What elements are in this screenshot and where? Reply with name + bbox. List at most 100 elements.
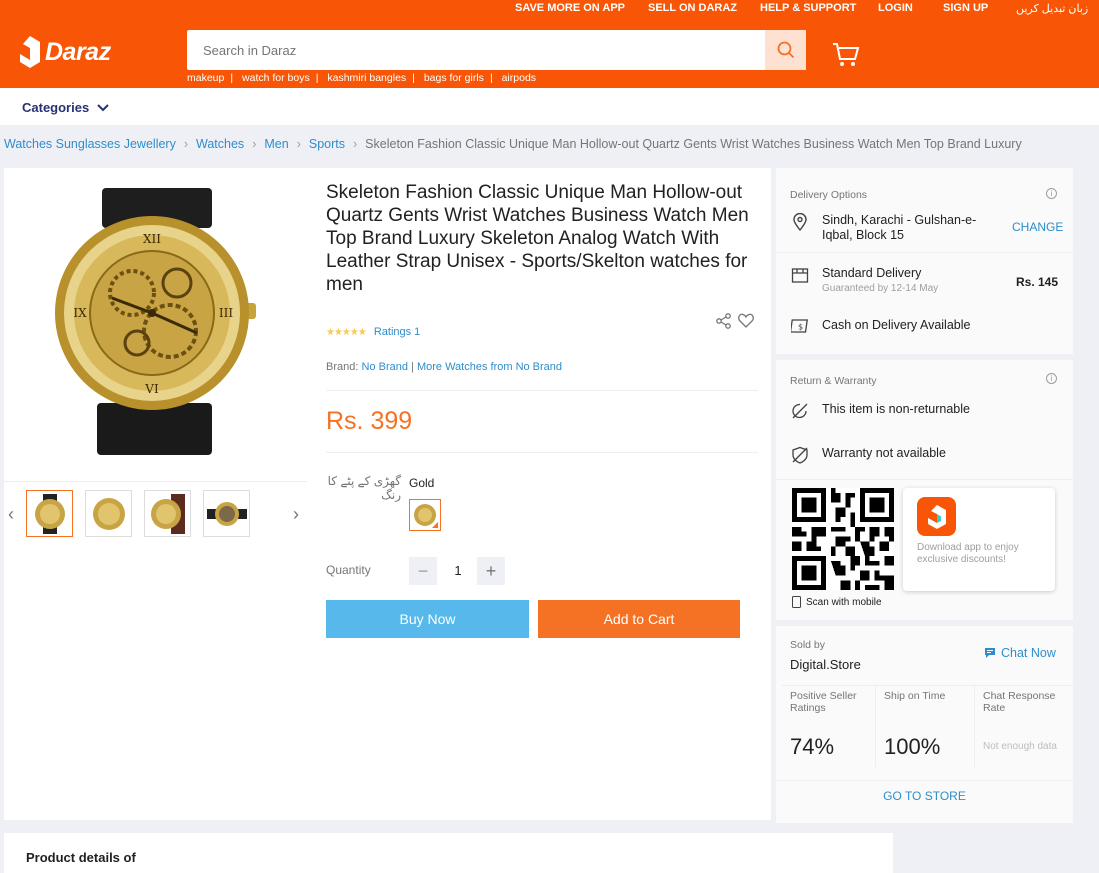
qr-code-icon xyxy=(792,488,894,590)
svg-text:$: $ xyxy=(798,323,803,332)
svg-text:VI: VI xyxy=(144,382,159,396)
chevron-down-icon xyxy=(97,103,109,111)
svg-text:IX: IX xyxy=(73,306,87,320)
return-policy-text: This item is non-returnable xyxy=(822,402,970,416)
download-app-card[interactable]: Download app to enjoy exclusive discount… xyxy=(903,488,1055,591)
breadcrumb-link[interactable]: Watches Sunglasses Jewellery xyxy=(4,137,176,151)
search-box xyxy=(187,30,806,70)
thumbnail[interactable] xyxy=(203,490,250,537)
selected-color: Gold xyxy=(409,476,435,490)
rating-stars: ★★★★★ xyxy=(326,326,367,338)
seller-stat-ship-on-time: Ship on Time 100% xyxy=(876,685,975,767)
divider xyxy=(326,390,758,391)
ratings-link[interactable]: Ratings 1 xyxy=(374,326,420,338)
chevron-right-icon: › xyxy=(296,137,301,151)
daraz-logo[interactable]: Daraz xyxy=(20,36,111,68)
divider xyxy=(776,620,1073,626)
search-input[interactable] xyxy=(187,30,765,70)
breadcrumb-link[interactable]: Watches xyxy=(196,137,244,151)
go-to-store-button[interactable]: GO TO STORE xyxy=(776,780,1073,803)
seller-stat-chat-response: Chat Response Rate Not enough data xyxy=(975,685,1073,767)
quantity-increase-button[interactable]: + xyxy=(477,557,505,585)
rating-row: ★★★★★ Ratings 1 xyxy=(326,326,420,338)
seller-stat-ratings: Positive Seller Ratings 74% xyxy=(782,685,876,767)
share-button[interactable] xyxy=(716,313,732,334)
cart-button[interactable] xyxy=(832,42,860,73)
chat-now-button[interactable]: Chat Now xyxy=(984,646,1056,660)
stat-value: 100% xyxy=(884,734,941,759)
app-qr-code xyxy=(792,488,894,595)
delivery-panel: Delivery Options i Sindh, Karachi - Guls… xyxy=(776,168,1073,823)
svg-text:III: III xyxy=(219,306,233,320)
warranty-row: Warranty not available xyxy=(790,446,946,464)
add-to-cart-button[interactable]: Add to Cart xyxy=(538,600,740,638)
plus-icon: + xyxy=(485,560,497,581)
return-row: This item is non-returnable xyxy=(790,402,970,420)
thumbnail[interactable] xyxy=(144,490,191,537)
breadcrumb: Watches Sunglasses Jewellery › Watches › M… xyxy=(4,137,1022,151)
signup-link[interactable]: SIGN UP xyxy=(943,2,988,14)
breadcrumb-link[interactable]: Men xyxy=(264,137,288,151)
stat-value: Not enough data xyxy=(983,741,1057,752)
download-app-text: Download app to enjoy exclusive discount… xyxy=(917,542,1019,565)
guaranteed-date: Guaranteed by 12-14 May xyxy=(822,283,939,294)
sold-by-label: Sold by xyxy=(790,639,826,651)
save-more-on-app-link[interactable]: SAVE MORE ON APP xyxy=(515,2,625,14)
logo-text: Daraz xyxy=(45,37,111,66)
chevron-right-icon: › xyxy=(183,137,189,151)
quantity-decrease-button[interactable]: − xyxy=(409,557,437,585)
stat-label: Ship on Time xyxy=(884,690,946,702)
suggestion-link[interactable]: kashmiri bangles xyxy=(327,72,406,84)
product-title: Skeleton Fashion Classic Unique Man Holl… xyxy=(326,182,749,295)
brand-row: Brand: No Brand | More Watches from No B… xyxy=(326,361,563,373)
no-return-icon xyxy=(792,403,808,419)
chat-icon xyxy=(985,648,995,658)
product-panel: XII III VI IX ‹ › Skeleton Fashion Class… xyxy=(4,168,771,820)
search-suggestions: makeup | watch for boys | kashmiri bangles… xyxy=(187,72,537,84)
seller-name[interactable]: Digital.Store xyxy=(790,657,861,672)
suggestion-link[interactable]: watch for boys xyxy=(242,72,310,84)
categories-label: Categories xyxy=(22,100,90,115)
no-warranty-shield-icon xyxy=(792,446,808,464)
change-location-button[interactable]: CHANGE xyxy=(1012,220,1063,234)
chevron-right-icon: › xyxy=(353,137,358,151)
info-icon[interactable]: i xyxy=(1046,188,1057,199)
cash-on-delivery-icon: $ xyxy=(791,319,808,333)
delivery-location: Sindh, Karachi - Gulshan-e-Iqbal, Block … xyxy=(790,213,990,243)
top-links: SAVE MORE ON APP SELL ON DARAZ HELP & SU… xyxy=(0,2,1099,16)
product-main-image[interactable]: XII III VI IX xyxy=(52,183,267,458)
watch-image: XII III VI IX xyxy=(55,188,256,455)
change-language-link[interactable]: زبان تبدیل کریں xyxy=(1016,2,1088,15)
thumb-next-arrow-icon[interactable]: › xyxy=(293,504,299,525)
more-from-brand-link[interactable]: More Watches from No Brand xyxy=(417,361,562,373)
category-bar: Categories xyxy=(0,88,1099,125)
sell-on-daraz-link[interactable]: SELL ON DARAZ xyxy=(648,2,737,14)
cod-text: Cash on Delivery Available xyxy=(822,318,971,332)
thumbnail[interactable] xyxy=(26,490,73,537)
stat-label: Chat Response Rate xyxy=(983,690,1056,714)
quantity-label: Quantity xyxy=(326,563,371,577)
scan-with-mobile: Scan with mobile xyxy=(792,596,882,608)
delivery-options-header: Delivery Options xyxy=(790,189,868,201)
login-link[interactable]: LOGIN xyxy=(878,2,913,14)
thumbnail[interactable] xyxy=(85,490,132,537)
info-icon[interactable]: i xyxy=(1046,373,1057,384)
heart-icon xyxy=(738,313,754,328)
search-button[interactable] xyxy=(765,30,806,70)
color-family-label: گھڑی کے پٹے کا رنگ xyxy=(327,474,401,502)
suggestion-link[interactable]: bags for girls xyxy=(424,72,484,84)
brand-link[interactable]: No Brand xyxy=(361,361,407,373)
thumb-prev-arrow-icon[interactable]: ‹ xyxy=(8,504,14,525)
wishlist-button[interactable] xyxy=(738,313,754,333)
categories-menu[interactable]: Categories xyxy=(22,100,109,115)
breadcrumb-link[interactable]: Sports xyxy=(309,137,345,151)
watch-thumbnail-icon xyxy=(206,501,247,526)
color-swatch-gold[interactable] xyxy=(409,499,441,531)
minus-icon: − xyxy=(417,560,429,581)
suggestion-link[interactable]: makeup xyxy=(187,72,224,84)
cart-icon xyxy=(833,43,860,66)
quantity-value[interactable]: 1 xyxy=(444,563,472,578)
help-support-link[interactable]: HELP & SUPPORT xyxy=(760,2,856,14)
suggestion-link[interactable]: airpods xyxy=(502,72,536,84)
buy-now-button[interactable]: Buy Now xyxy=(326,600,529,638)
